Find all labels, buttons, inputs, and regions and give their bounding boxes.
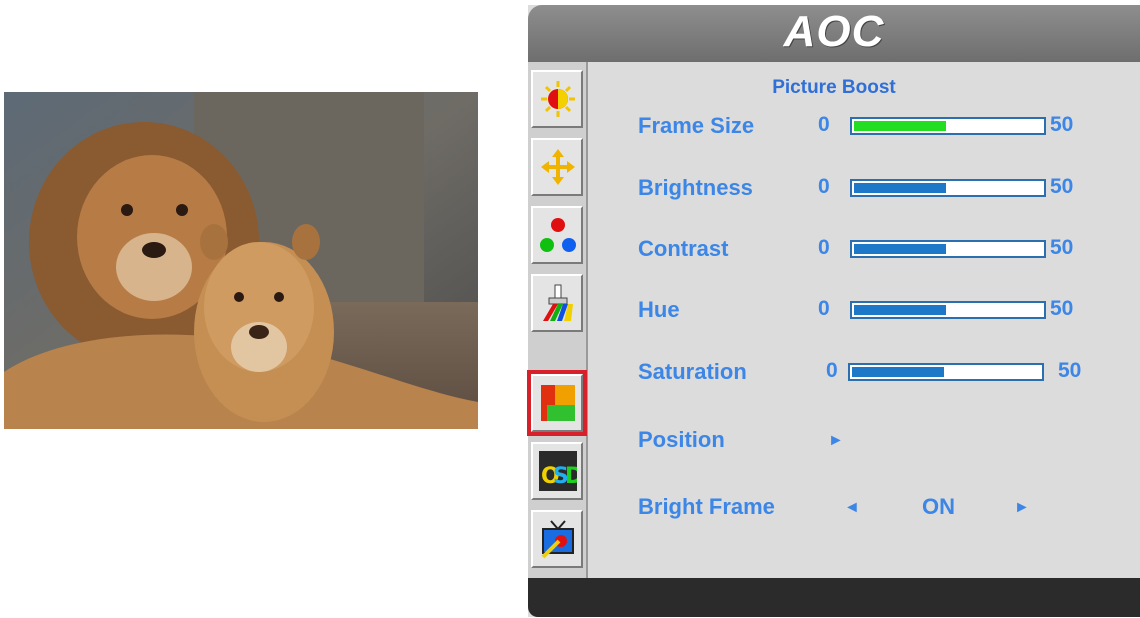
right-arrow-icon[interactable]: ► — [828, 432, 844, 450]
slider-label: Hue — [638, 297, 680, 322]
saturation-slider[interactable] — [848, 363, 1044, 381]
slider-row-frame-size: Frame Size 0 50 — [638, 113, 1118, 143]
slider-fill — [854, 183, 947, 193]
left-arrow-icon[interactable]: ◄ — [844, 499, 860, 517]
extra-button[interactable] — [531, 510, 583, 568]
slider-max: 50 — [1058, 359, 1082, 382]
slider-label: Saturation — [638, 359, 747, 384]
slider-fill — [854, 244, 947, 254]
menu-title: Picture Boost — [772, 77, 896, 98]
slider-fill — [854, 121, 947, 131]
extra-icon — [541, 520, 574, 559]
image-setup-button[interactable] — [531, 138, 583, 196]
brand-logo: AOC — [783, 7, 885, 56]
slider-row-brightness: Brightness 0 50 — [638, 175, 1118, 205]
slider-fill — [854, 305, 947, 315]
slider-label: Brightness — [638, 175, 753, 200]
position-row[interactable]: Position ► — [638, 427, 1118, 457]
osd-setup-button[interactable]: O S D — [531, 442, 583, 500]
slider-min: 0 — [826, 359, 838, 382]
color-setup-button[interactable] — [531, 206, 583, 264]
bright-frame-row: Bright Frame ◄ ON ► — [638, 494, 1118, 524]
osd-icon-rail: O S D — [527, 62, 588, 578]
position-label: Position — [638, 427, 725, 452]
picture-boost-button[interactable] — [527, 370, 587, 436]
bright-frame-label: Bright Frame — [638, 494, 775, 519]
slider-min: 0 — [818, 175, 830, 198]
osd-setup-icon: O S D — [539, 451, 577, 491]
slider-label: Frame Size — [638, 113, 755, 138]
slider-min: 0 — [818, 236, 830, 259]
image-setup-icon — [541, 149, 575, 185]
color-boost-button[interactable] — [531, 274, 583, 332]
slider-max: 50 — [1050, 236, 1074, 259]
svg-text:D: D — [565, 464, 577, 489]
osd-menu: AOC O S D Picture Boost Frame Size 0 50 … — [527, 5, 1140, 617]
hue-slider[interactable] — [850, 301, 1046, 319]
slider-min: 0 — [818, 113, 830, 136]
slider-label: Contrast — [638, 236, 729, 261]
frame-size-slider[interactable] — [850, 117, 1046, 135]
slider-row-saturation: Saturation 0 50 — [638, 359, 1118, 389]
slider-max: 50 — [1050, 297, 1074, 320]
color-setup-icon — [540, 218, 576, 252]
slider-row-hue: Hue 0 50 — [638, 297, 1118, 327]
bright-frame-value: ON — [922, 494, 955, 519]
lion-image — [4, 92, 478, 429]
right-arrow-icon[interactable]: ► — [1014, 499, 1030, 517]
contrast-slider[interactable] — [850, 240, 1046, 258]
slider-max: 50 — [1050, 113, 1074, 136]
picture-boost-icon — [541, 385, 575, 421]
slider-max: 50 — [1050, 175, 1074, 198]
slider-fill — [852, 367, 945, 377]
osd-header: AOC — [528, 5, 1140, 62]
slider-min: 0 — [818, 297, 830, 320]
osd-footer — [528, 578, 1140, 617]
slider-row-contrast: Contrast 0 50 — [638, 236, 1118, 266]
lion-photo — [4, 92, 478, 429]
brightness-slider[interactable] — [850, 179, 1046, 197]
color-boost-icon — [543, 284, 573, 321]
